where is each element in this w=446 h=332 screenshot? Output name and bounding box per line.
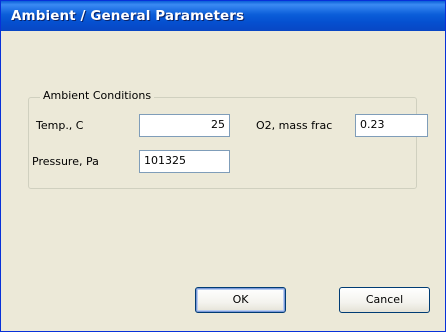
cancel-button[interactable]: Cancel — [339, 287, 430, 313]
cancel-button-label: Cancel — [365, 293, 404, 306]
ok-button[interactable]: OK — [195, 287, 286, 313]
pressure-label: Pressure, Pa — [32, 155, 99, 168]
ambient-conditions-label: Ambient Conditions — [40, 89, 155, 102]
o2-mass-frac-label: O2, mass frac — [256, 119, 333, 132]
ambient-conditions-group — [28, 97, 417, 189]
title-bar[interactable]: Ambient / General Parameters — [1, 1, 445, 31]
o2-mass-frac-input[interactable]: 0.23 — [355, 114, 428, 137]
temp-label: Temp., C — [36, 119, 84, 132]
pressure-input[interactable]: 101325 — [139, 150, 230, 173]
temp-input[interactable]: 25 — [139, 114, 230, 137]
ok-button-label: OK — [232, 293, 249, 306]
dialog-window: Ambient / General Parameters Ambient Con… — [0, 0, 446, 332]
dialog-title: Ambient / General Parameters — [11, 8, 245, 24]
